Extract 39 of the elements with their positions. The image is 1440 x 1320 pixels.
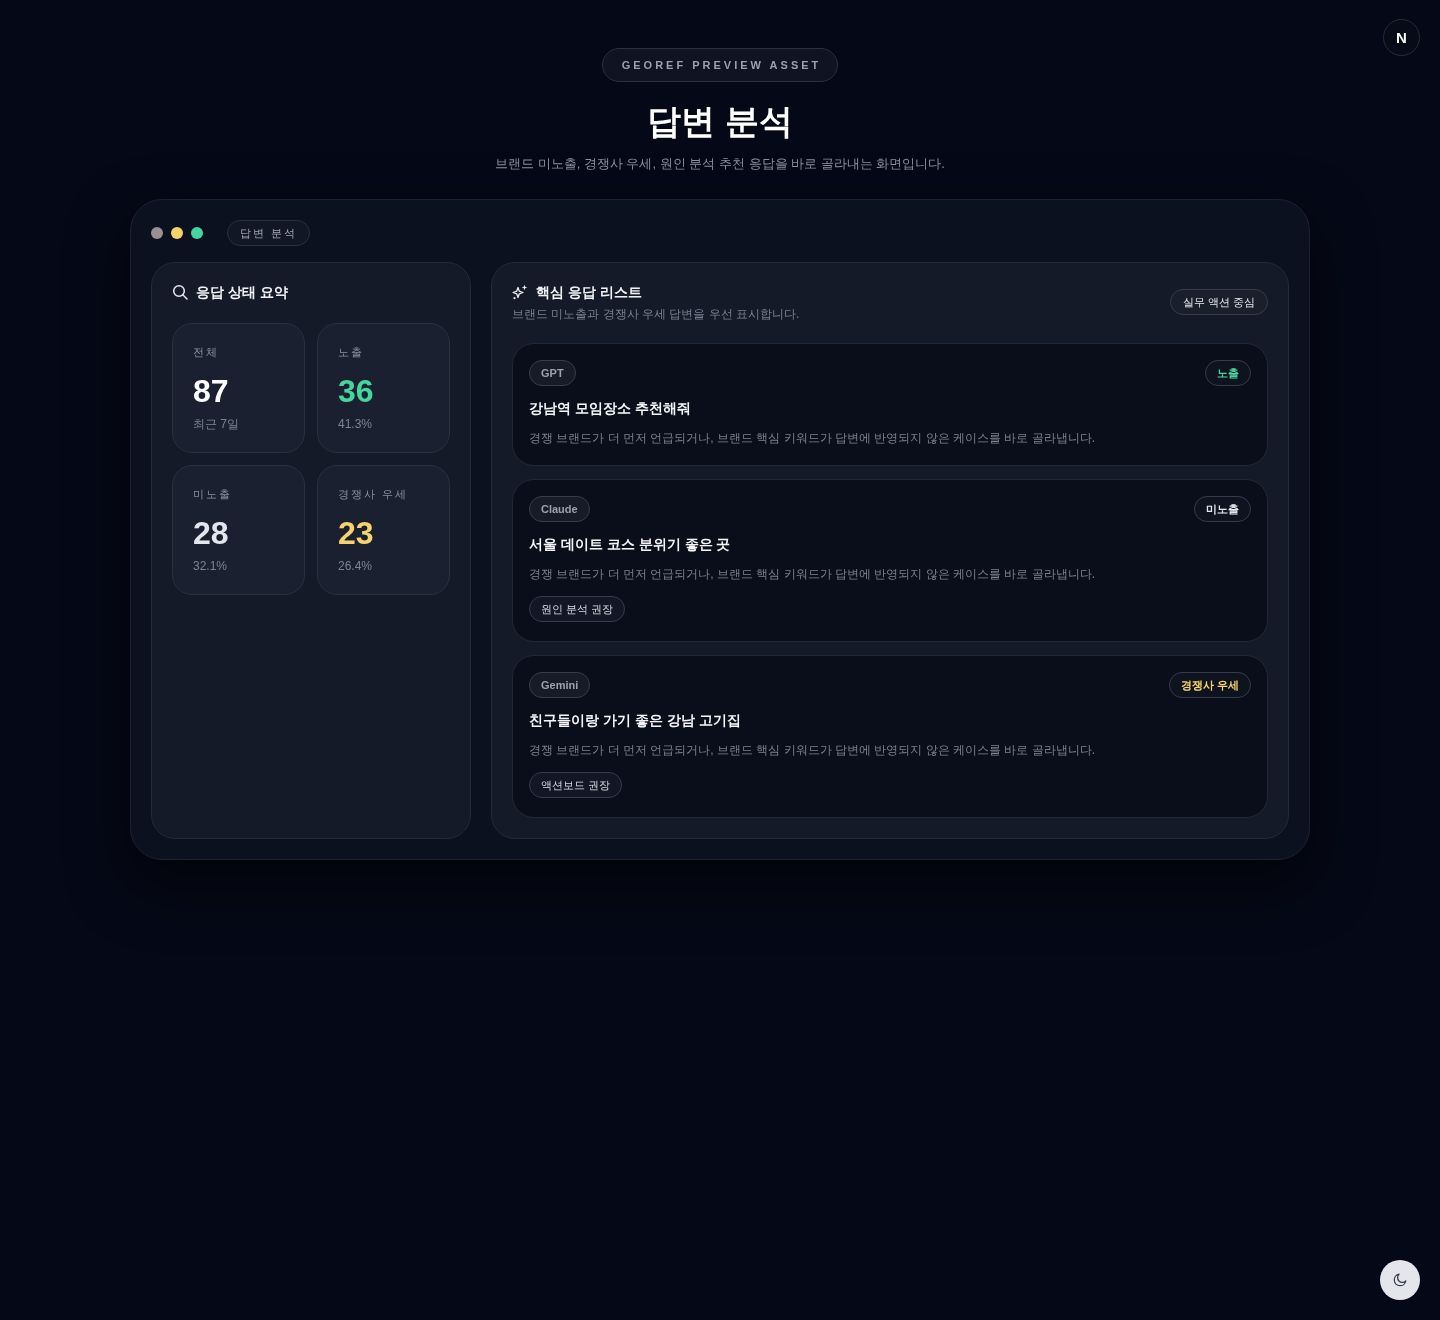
question-text: 서울 데이트 코스 분위기 좋은 곳 [529,535,731,554]
description-text: 경쟁 브랜드가 더 먼저 언급되거나, 브랜드 핵심 키워드가 답변에 반영되지 않은 케이스를 바로 골라냅니다. [529,742,1095,758]
panel-subtitle: 브랜드 미노출과 경쟁사 우세 답변을 우선 표시합니다. [512,306,800,322]
moon-icon [1393,1273,1407,1287]
stat-label: 전체 [193,345,219,359]
status-tag: 노출 [1205,360,1251,386]
question-text: 강남역 모임장소 추천해줘 [529,399,691,418]
stat-value: 28 [193,515,229,551]
stat-value: 23 [338,515,374,551]
window-tab[interactable]: 답변 분석 [227,220,311,246]
stat-note: 최근 7일 [193,416,239,432]
panel-title: 응답 상태 요약 [196,283,288,302]
theme-toggle-button[interactable] [1380,1260,1420,1300]
panel-title: 핵심 응답 리스트 [536,283,642,302]
stat-label: 노출 [338,345,364,359]
eyebrow-pill: GEOREF PREVIEW ASSET [601,48,839,82]
filter-pill[interactable]: 실무 액션 중심 [1169,289,1268,315]
question-text: 친구들이랑 가기 좋은 강남 고기집 [529,711,741,730]
action-tag[interactable]: 액션보드 권장 [529,772,623,798]
stat-note: 41.3% [338,416,373,432]
status-tag: 미노출 [1194,496,1251,522]
sparkles-icon [512,284,528,300]
search-icon [172,284,188,300]
model-tag: Gemini [529,672,591,698]
stat-value: 87 [193,373,229,409]
model-tag: GPT [529,360,576,386]
model-tag: Claude [529,496,590,522]
description-text: 경쟁 브랜드가 더 먼저 언급되거나, 브랜드 핵심 키워드가 답변에 반영되지 않은 케이스를 바로 골라냅니다. [529,430,1095,446]
stat-note: 32.1% [193,558,228,574]
description-text: 경쟁 브랜드가 더 먼저 언급되거나, 브랜드 핵심 키워드가 답변에 반영되지 않은 케이스를 바로 골라냅니다. [529,566,1095,582]
stat-value: 36 [338,373,374,409]
status-tag: 경쟁사 우세 [1168,672,1251,698]
page-subtitle: 브랜드 미노출, 경쟁사 우세, 원인 분석 추천 응답을 바로 골라내는 화면입니다. [495,155,945,173]
stat-label: 경쟁사 우세 [338,487,409,501]
action-tag[interactable]: 원인 분석 권장 [529,596,626,622]
page-title: 답변 분석 [647,101,793,141]
badge-button[interactable]: N [1383,19,1420,56]
stat-label: 미노출 [193,487,232,501]
stat-note: 26.4% [338,558,373,574]
